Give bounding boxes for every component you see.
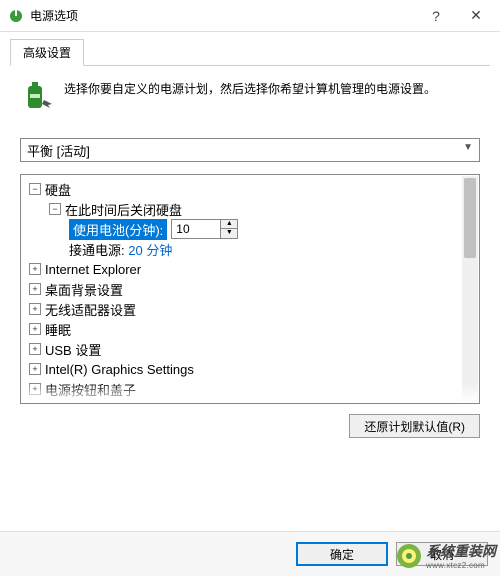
on-battery-label: 使用电池(分钟): <box>69 219 167 240</box>
collapse-icon[interactable]: − <box>29 183 41 195</box>
scrollbar-thumb[interactable] <box>464 178 476 258</box>
spin-down-icon[interactable]: ▼ <box>221 229 237 238</box>
spin-up-icon[interactable]: ▲ <box>221 220 237 229</box>
expand-icon[interactable]: + <box>29 283 41 295</box>
expand-icon[interactable]: + <box>29 343 41 355</box>
tab-strip: 高级设置 <box>10 38 490 66</box>
tree-node-pci[interactable]: +PCI Express <box>23 399 477 404</box>
tree-node-hard-disk[interactable]: −硬盘 <box>23 179 477 199</box>
settings-tree: −硬盘 −在此时间后关闭硬盘 使用电池(分钟): ▲▼ 接通电源: 20 分钟 … <box>20 174 480 404</box>
expand-icon[interactable]: + <box>29 263 41 275</box>
tab-advanced[interactable]: 高级设置 <box>10 39 84 66</box>
power-plan-select[interactable]: 平衡 [活动] ▼ <box>20 138 480 162</box>
watermark-text: 系统重装网 <box>426 541 496 561</box>
plugged-in-value[interactable]: 20 分钟 <box>128 240 172 259</box>
content: 高级设置 选择你要自定义的电源计划，然后选择你希望计算机管理的电源设置。 平衡 … <box>0 32 500 448</box>
intro-row: 选择你要自定义的电源计划，然后选择你希望计算机管理的电源设置。 <box>20 80 480 114</box>
tree-node-turn-off-after[interactable]: −在此时间后关闭硬盘 <box>23 199 477 219</box>
expand-icon[interactable]: + <box>29 363 41 375</box>
expand-icon[interactable]: + <box>29 323 41 335</box>
scrollbar[interactable] <box>462 176 478 402</box>
restore-defaults-button[interactable]: 还原计划默认值(R) <box>349 414 480 438</box>
expand-icon[interactable]: + <box>29 383 41 395</box>
power-icon <box>8 8 24 24</box>
tree-node-intel[interactable]: +Intel(R) Graphics Settings <box>23 359 477 379</box>
close-button[interactable]: ✕ <box>456 2 496 30</box>
expand-icon[interactable]: + <box>29 303 41 315</box>
intro-text: 选择你要自定义的电源计划，然后选择你希望计算机管理的电源设置。 <box>64 80 436 114</box>
plan-selected-value: 平衡 [活动] <box>27 141 90 160</box>
watermark-url: www.xtcz2.com <box>426 561 496 570</box>
window-title: 电源选项 <box>30 7 416 24</box>
tree-node-desktop[interactable]: +桌面背景设置 <box>23 279 477 299</box>
tree-node-on-battery[interactable]: 使用电池(分钟): ▲▼ <box>23 219 477 239</box>
titlebar: 电源选项 ? ✕ <box>0 0 500 32</box>
expand-icon[interactable]: + <box>29 403 41 404</box>
on-battery-spinner[interactable]: ▲▼ <box>171 219 238 239</box>
on-battery-input[interactable] <box>171 219 221 239</box>
watermark-icon <box>396 543 422 569</box>
tree-node-plugged-in[interactable]: 接通电源: 20 分钟 <box>23 239 477 259</box>
chevron-down-icon: ▼ <box>463 142 473 153</box>
battery-icon <box>20 80 54 114</box>
tab-body: 选择你要自定义的电源计划，然后选择你希望计算机管理的电源设置。 平衡 [活动] … <box>10 66 490 448</box>
ok-button[interactable]: 确定 <box>296 542 388 566</box>
collapse-icon[interactable]: − <box>49 203 61 215</box>
watermark: 系统重装网 www.xtcz2.com <box>396 541 496 570</box>
tree-node-usb[interactable]: +USB 设置 <box>23 339 477 359</box>
tree-node-ie[interactable]: +Internet Explorer <box>23 259 477 279</box>
tree-node-wireless[interactable]: +无线适配器设置 <box>23 299 477 319</box>
tree-node-power-button[interactable]: +电源按钮和盖子 <box>23 379 477 399</box>
tree-node-sleep[interactable]: +睡眠 <box>23 319 477 339</box>
plugged-in-label: 接通电源: <box>69 240 125 259</box>
help-button[interactable]: ? <box>416 2 456 30</box>
